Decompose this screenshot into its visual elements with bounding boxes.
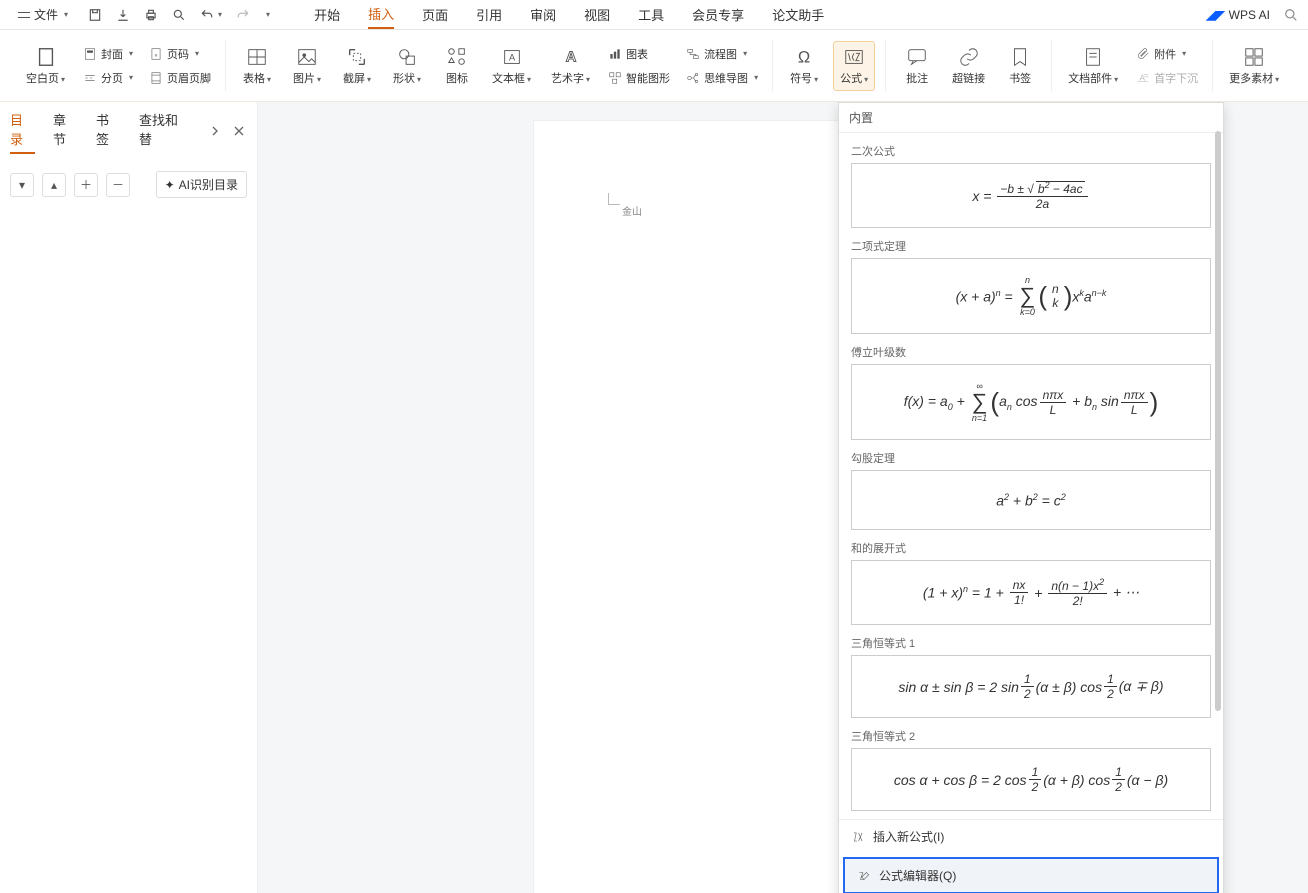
tab-page[interactable]: 页面	[422, 1, 448, 28]
chevron-right-icon[interactable]	[207, 123, 223, 139]
ai-toc-label: AI识别目录	[179, 176, 238, 193]
save-icon[interactable]	[88, 8, 102, 22]
formula-button[interactable]: 公式▾	[833, 41, 875, 91]
wordart-button[interactable]: A艺术字▾	[545, 42, 596, 90]
formula-item-quadratic[interactable]: x = −b ± √b2 − 4ac2a	[851, 163, 1211, 228]
insert-new-formula-label: 插入新公式(I)	[873, 828, 944, 845]
tab-home[interactable]: 开始	[314, 1, 340, 28]
tab-tools[interactable]: 工具	[638, 1, 664, 28]
tab-thesis[interactable]: 论文助手	[772, 1, 824, 28]
symbol-button[interactable]: Ω符号▾	[783, 42, 825, 90]
file-menu[interactable]: 文件 ▾	[10, 2, 76, 27]
undo-button[interactable]: ▾	[200, 8, 222, 22]
picture-button[interactable]: 图片▾	[286, 42, 328, 90]
more-resources-button[interactable]: 更多素材▾	[1223, 42, 1285, 90]
smart-graphic-button[interactable]: 智能图形	[604, 68, 674, 88]
close-icon[interactable]	[231, 123, 247, 139]
scrollbar-thumb[interactable]	[1215, 131, 1221, 711]
print-icon[interactable]	[144, 8, 158, 22]
dropdown-section-header: 内置	[839, 103, 1223, 133]
attachment-button[interactable]: 附件▾	[1132, 44, 1202, 64]
comment-button[interactable]: 批注	[896, 42, 938, 90]
insert-new-formula-item[interactable]: 插入新公式(I)	[839, 820, 1223, 853]
formula-item-trig2[interactable]: cos α + cos β = 2 cos12(α + β) cos12(α −…	[851, 748, 1211, 811]
shapes-button[interactable]: 形状▾	[386, 42, 428, 90]
nav-tab-find[interactable]: 查找和替	[139, 110, 189, 152]
table-button[interactable]: 表格▾	[236, 42, 278, 90]
nav-tab-bookmark[interactable]: 书签	[96, 110, 121, 152]
ai-logo-icon: ◢◤	[1206, 8, 1224, 22]
screenshot-button[interactable]: 截屏▾	[336, 42, 378, 90]
page-header-text: 金山	[622, 203, 642, 218]
main-area: 目录 章节 书签 查找和替 ▾ ▴ ＋ － ✦ AI识别目录 金	[0, 102, 1308, 893]
qat-more-icon[interactable]: ▾	[266, 10, 270, 19]
formula-label: 二次公式	[851, 143, 1211, 159]
tab-member[interactable]: 会员专享	[692, 1, 744, 28]
search-icon[interactable]	[1284, 8, 1298, 22]
chart-button[interactable]: 图表	[604, 44, 674, 64]
blank-page-button[interactable]: 空白页▾	[20, 42, 71, 90]
remove-button[interactable]: －	[106, 173, 130, 197]
formula-label: 二项式定理	[851, 238, 1211, 254]
page-number-button[interactable]: #页码▾	[145, 44, 215, 64]
formula-label: 傅立叶级数	[851, 344, 1211, 360]
nav-tab-toc[interactable]: 目录	[10, 110, 35, 152]
tab-view[interactable]: 视图	[584, 1, 610, 28]
flowchart-button[interactable]: 流程图▾	[682, 44, 762, 64]
hamburger-icon	[18, 10, 30, 20]
collapse-button[interactable]: ▾	[10, 173, 34, 197]
ai-sparkle-icon: ✦	[165, 178, 175, 192]
expand-button[interactable]: ▴	[42, 173, 66, 197]
print-preview-icon[interactable]	[172, 8, 186, 22]
formula-item-trig1[interactable]: sin α ± sin β = 2 sin12(α ± β) cos12(α ∓…	[851, 655, 1211, 718]
formula-label: 三角恒等式 1	[851, 635, 1211, 651]
drop-cap-button[interactable]: A首字下沉	[1132, 68, 1202, 88]
document-canvas[interactable]: 金山 内置 二次公式 x = −b ± √b2 − 4ac2a 二项式定理 (x…	[258, 102, 1308, 893]
file-menu-label: 文件	[34, 6, 58, 23]
ribbon-tabs: 开始 插入 页面 引用 审阅 视图 工具 会员专享 论文助手	[314, 0, 824, 29]
formula-label: 勾股定理	[851, 450, 1211, 466]
redo-button[interactable]	[236, 8, 250, 22]
add-button[interactable]: ＋	[74, 173, 98, 197]
wps-ai-button[interactable]: ◢◤ WPS AI	[1206, 8, 1270, 22]
formula-item-pythagoras[interactable]: a2 + b2 = c2	[851, 470, 1211, 530]
tab-insert[interactable]: 插入	[368, 0, 394, 29]
quick-access-toolbar: ▾ ▾	[88, 8, 270, 22]
menubar: 文件 ▾ ▾ ▾ 开始 插入 页面 引用 审阅 视图 工具 会员专享 论文助手 …	[0, 0, 1308, 30]
formula-icon	[851, 830, 865, 844]
formula-label: 和的展开式	[851, 540, 1211, 556]
header-footer-button[interactable]: 页眉页脚	[145, 68, 215, 88]
svg-text:Ω: Ω	[798, 48, 810, 66]
mindmap-button[interactable]: 思维导图▾	[682, 68, 762, 88]
formula-item-binomial[interactable]: (x + a)n = n∑k=0 (nk) xkan−k	[851, 258, 1211, 334]
formula-item-expansion[interactable]: (1 + x)n = 1 + nx1! + n(n − 1)x22! + ⋯	[851, 560, 1211, 625]
cover-button[interactable]: 封面▾	[79, 44, 137, 64]
svg-text:A: A	[565, 49, 576, 65]
doc-parts-button[interactable]: 文档部件▾	[1062, 42, 1124, 90]
formula-editor-label: 公式编辑器(Q)	[879, 867, 956, 884]
svg-text:A: A	[508, 52, 515, 62]
formula-editor-icon	[857, 869, 871, 883]
formula-list[interactable]: 二次公式 x = −b ± √b2 − 4ac2a 二项式定理 (x + a)n…	[839, 133, 1223, 819]
formula-item-fourier[interactable]: f(x) = a0 + ∞∑n=1 ( an cosnπxL + bn sinn…	[851, 364, 1211, 440]
export-icon[interactable]	[116, 8, 130, 22]
chevron-down-icon: ▾	[64, 10, 68, 19]
textbox-button[interactable]: A文本框▾	[486, 42, 537, 90]
page-break-button[interactable]: 分页▾	[79, 68, 137, 88]
formula-dropdown: 内置 二次公式 x = −b ± √b2 − 4ac2a 二项式定理 (x + …	[838, 102, 1224, 893]
wps-ai-label: WPS AI	[1229, 8, 1270, 22]
margin-corner	[608, 193, 620, 205]
formula-label: 三角恒等式 2	[851, 728, 1211, 744]
nav-tab-chapter[interactable]: 章节	[53, 110, 78, 152]
ai-toc-button[interactable]: ✦ AI识别目录	[156, 171, 247, 198]
navigation-panel: 目录 章节 书签 查找和替 ▾ ▴ ＋ － ✦ AI识别目录	[0, 102, 258, 893]
svg-text:#: #	[155, 52, 158, 57]
ribbon: 空白页▾ 封面▾ 分页▾ #页码▾ 页眉页脚 表格▾ 图片▾ 截屏▾ 形状▾ 图…	[0, 30, 1308, 102]
hyperlink-button[interactable]: 超链接	[946, 42, 991, 90]
formula-editor-item[interactable]: 公式编辑器(Q)	[843, 857, 1219, 893]
bookmark-button[interactable]: 书签	[999, 42, 1041, 90]
icons-button[interactable]: 图标	[436, 42, 478, 90]
tab-review[interactable]: 审阅	[530, 1, 556, 28]
tab-references[interactable]: 引用	[476, 1, 502, 28]
